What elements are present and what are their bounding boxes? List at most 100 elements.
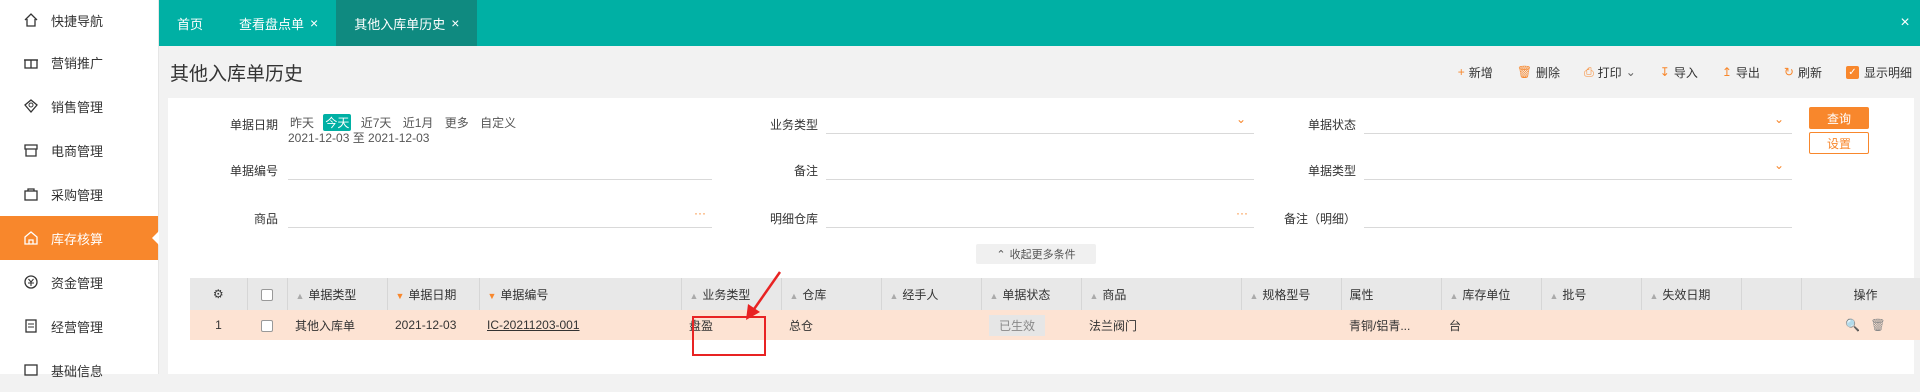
chevron-down-icon: ⌄ [1774, 158, 1785, 172]
close-icon[interactable]: × [451, 15, 459, 31]
sidebar-item-label: 营销推广 [51, 55, 104, 71]
page-header: 其他入库单历史 + 新增 🗑 删除 ⎙ 打印 ⌄ ↧ 导入 ↥ 导出 ↻ 刷新 ✓ 显示明细 [168, 46, 1914, 98]
sort-icon: ▲ [789, 290, 799, 301]
sales-icon [22, 97, 40, 115]
row-index: 1 [190, 310, 247, 340]
sidebar-item-ecommerce[interactable]: 电商管理 [0, 128, 158, 172]
more-icon[interactable]: ··· [1236, 206, 1248, 220]
more-icon[interactable]: ··· [694, 206, 706, 220]
column-header-label: 单据日期 [408, 287, 457, 302]
sidebar-item-purchase[interactable]: 采购管理 [0, 172, 158, 216]
export-icon: ↥ [1721, 65, 1732, 79]
doc-no-link[interactable]: IC-20211203-001 [487, 318, 580, 332]
close-icon[interactable]: × [310, 15, 318, 31]
sidebar-item-basic-info[interactable]: 基础信息 [0, 348, 158, 392]
column-header-label: 仓库 [802, 287, 827, 302]
collapse-conditions-button[interactable]: ⌃ 收起更多条件 [976, 244, 1096, 264]
page-title: 其他入库单历史 [170, 63, 304, 85]
query-button[interactable]: 查询 [1809, 107, 1869, 129]
select-all-checkbox[interactable] [247, 278, 288, 310]
tab-label: 查看盘点单 [239, 16, 305, 32]
money-icon [22, 273, 40, 291]
tab-other-inbound-history[interactable]: 其他入库单历史 × [336, 0, 478, 46]
column-header-label: 属性 [1349, 287, 1374, 302]
detail-warehouse-input[interactable] [826, 202, 1254, 228]
home-icon [22, 11, 40, 29]
column-header-label: 单据状态 [1002, 287, 1051, 302]
doc-type-label: 单据类型 [1307, 164, 1356, 178]
biz-type-select[interactable] [826, 108, 1254, 134]
import-icon: ↧ [1659, 65, 1670, 79]
collapse-label: 收起更多条件 [1009, 249, 1076, 261]
cell-warehouse: 总仓 [781, 310, 881, 340]
column-header-label: 批号 [1562, 287, 1587, 302]
column-header[interactable]: ▲ 商品 [1081, 278, 1242, 310]
date-option-custom[interactable]: 自定义 [478, 114, 518, 131]
column-header[interactable]: ▲ 单据状态 [981, 278, 1082, 310]
column-header[interactable]: ▲ 仓库 [781, 278, 882, 310]
view-icon[interactable]: 🔍 [1845, 318, 1860, 332]
import-button[interactable]: ↧ 导入 [1660, 64, 1698, 81]
column-header[interactable]: ▲ 规格型号 [1241, 278, 1342, 310]
date-option-more[interactable]: 更多 [443, 114, 471, 131]
refresh-label: 刷新 [1797, 65, 1822, 80]
show-detail-checkbox[interactable]: ✓ 显示明细 [1845, 64, 1912, 81]
tab-home[interactable]: 首页 [159, 0, 221, 46]
sidebar-item-operations[interactable]: 经营管理 [0, 304, 158, 348]
warehouse-icon [22, 229, 40, 247]
table-header-row: ⚙ ▲ 单据类型 ▼ 单据日期 ▼ 单据编号 ▲ 业务类型 ▲ 仓库 ▲ 经手人 ▲ 单据状态… [190, 278, 1920, 310]
column-header[interactable]: ▲ 经手人 [881, 278, 982, 310]
column-header[interactable]: ▼ 单据日期 [387, 278, 480, 310]
tab-view-stocktake[interactable]: 查看盘点单 × [221, 0, 336, 46]
doc-type-select[interactable] [1364, 154, 1792, 180]
toolbar: + 新增 🗑 删除 ⎙ 打印 ⌄ ↧ 导入 ↥ 导出 ↻ 刷新 ✓ 显示明细 [1434, 64, 1912, 81]
settings-button[interactable]: 设置 [1809, 132, 1869, 154]
doc-status-select[interactable] [1364, 108, 1792, 134]
column-header[interactable]: ▲ 批号 [1541, 278, 1642, 310]
checkbox[interactable] [261, 288, 273, 301]
doc-no-input[interactable] [288, 154, 712, 180]
status-badge: 已生效 [989, 314, 1046, 336]
column-header[interactable]: ▲ 业务类型 [681, 278, 782, 310]
export-button[interactable]: ↥ 导出 [1722, 64, 1760, 81]
table-row[interactable]: 1 其他入库单 2021-12-03 IC-20211203-001 盘盈 总仓… [190, 310, 1920, 340]
add-button[interactable]: + 新增 [1458, 64, 1493, 81]
column-header[interactable]: 属性 [1341, 278, 1442, 310]
column-header[interactable]: ▲ 库存单位 [1441, 278, 1542, 310]
column-header[interactable]: ▲ 失效日期 [1641, 278, 1742, 310]
sidebar-item-marketing[interactable]: 营销推广 [0, 40, 158, 84]
checkbox[interactable] [261, 319, 273, 332]
close-all-icon[interactable]: × [1890, 0, 1920, 46]
report-icon [22, 317, 40, 335]
product-input[interactable] [288, 202, 712, 228]
sidebar-item-funds[interactable]: 资金管理 [0, 260, 158, 304]
refresh-button[interactable]: ↻ 刷新 [1784, 64, 1822, 81]
date-range[interactable]: 2021-12-03 至 2021-12-03 [288, 129, 429, 146]
bag-icon [22, 185, 40, 203]
chevron-up-icon: ⌃ [996, 248, 1006, 261]
plus-icon: + [1457, 65, 1465, 79]
remark-input[interactable] [826, 154, 1254, 180]
sort-icon: ▲ [889, 290, 899, 301]
cell-doc-type: 其他入库单 [287, 310, 387, 340]
product-label: 商品 [253, 212, 278, 226]
cell-actions: 🔍 🗑 [1801, 310, 1920, 340]
cell-spec [1241, 310, 1341, 340]
column-header[interactable]: ▲ 单据类型 [287, 278, 388, 310]
delete-button[interactable]: 🗑 删除 [1517, 64, 1560, 81]
sidebar-item-label: 基础信息 [51, 363, 104, 379]
column-header-label: 规格型号 [1262, 287, 1311, 302]
detail-remark-input[interactable] [1364, 202, 1792, 228]
sidebar-item-sales[interactable]: 销售管理 [0, 84, 158, 128]
column-header-label: 单据类型 [308, 287, 357, 302]
cell-date: 2021-12-03 [387, 310, 479, 340]
column-header[interactable]: ▼ 单据编号 [479, 278, 682, 310]
trash-icon[interactable]: 🗑 [1870, 318, 1885, 332]
print-button[interactable]: ⎙ 打印 ⌄ [1584, 64, 1636, 81]
row-checkbox[interactable] [247, 310, 287, 340]
sidebar-item-shortcut-nav[interactable]: 快捷导航 [0, 0, 158, 40]
column-settings-icon[interactable]: ⚙ [190, 278, 248, 310]
sidebar-item-inventory[interactable]: 库存核算 [0, 216, 159, 260]
add-label: 新增 [1468, 65, 1493, 80]
checkmark-icon: ✓ [1845, 65, 1859, 79]
